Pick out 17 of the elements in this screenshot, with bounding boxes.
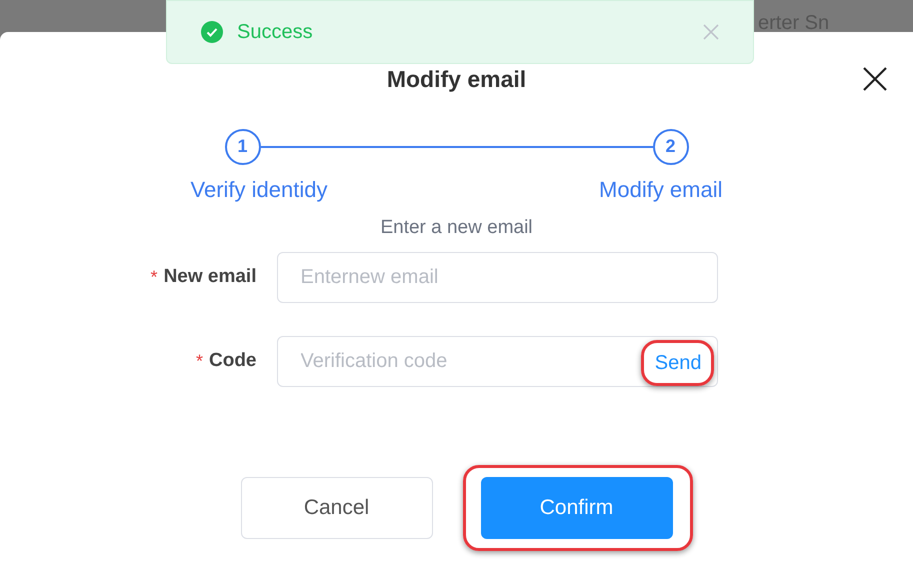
dialog-title: Modify email: [386, 65, 526, 94]
step-number: 2: [652, 128, 688, 164]
step-label: Modify email: [599, 176, 722, 204]
send-link[interactable]: Send: [654, 348, 702, 378]
instruction-text: Enter a new email: [380, 216, 533, 240]
step-number: 1: [224, 128, 260, 164]
required-mark: *: [196, 350, 203, 373]
field-label: Code: [209, 349, 256, 374]
check-circle-icon: [201, 21, 223, 43]
required-mark: *: [150, 266, 158, 289]
confirm-button[interactable]: Confirm: [480, 477, 672, 539]
input-field[interactable]: Enternew email: [276, 252, 718, 303]
step-label: Verify identidy: [190, 176, 328, 204]
toast-message: Success: [237, 20, 314, 45]
cancel-button[interactable]: Cancel: [240, 477, 432, 539]
field-label: New email: [164, 265, 256, 290]
close-icon[interactable]: [862, 66, 888, 92]
